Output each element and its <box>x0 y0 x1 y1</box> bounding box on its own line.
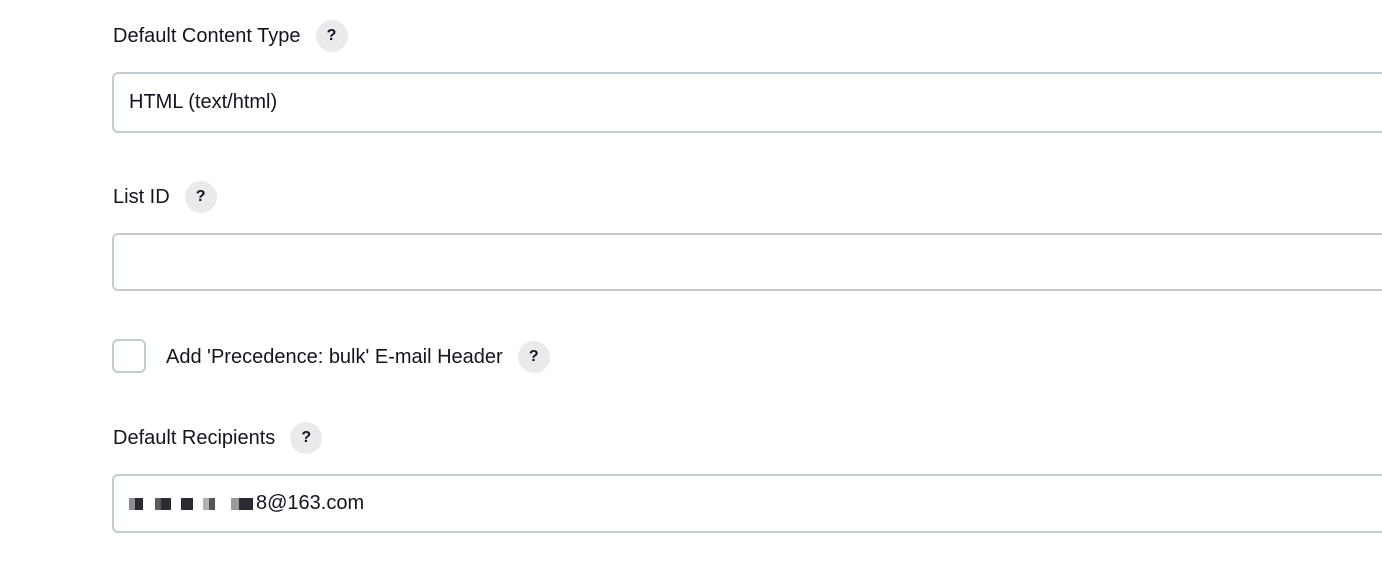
recipients-value: 8@163.com <box>256 492 365 514</box>
redacted-text <box>129 497 255 510</box>
list-id-label: List ID ? <box>113 180 217 214</box>
help-icon[interactable]: ? <box>184 181 217 213</box>
help-icon[interactable]: ? <box>315 20 348 52</box>
content-type-value: HTML (text/html) <box>129 91 278 113</box>
list-id-label-text: List ID <box>113 185 170 208</box>
precedence-checkbox[interactable] <box>112 339 146 373</box>
recipients-label: Default Recipients ? <box>113 421 323 455</box>
help-icon[interactable]: ? <box>517 341 550 373</box>
content-type-label: Default Content Type ? <box>113 19 348 53</box>
recipients-input[interactable]: 8@163.com <box>112 474 1382 533</box>
list-id-input[interactable] <box>112 233 1382 291</box>
help-icon[interactable]: ? <box>290 422 323 454</box>
content-type-select[interactable]: HTML (text/html) <box>112 72 1382 133</box>
content-type-label-text: Default Content Type <box>113 24 301 47</box>
recipients-label-text: Default Recipients <box>113 426 276 449</box>
precedence-label-text: Add 'Precedence: bulk' E-mail Header <box>166 345 503 368</box>
precedence-label: Add 'Precedence: bulk' E-mail Header ? <box>166 340 550 374</box>
